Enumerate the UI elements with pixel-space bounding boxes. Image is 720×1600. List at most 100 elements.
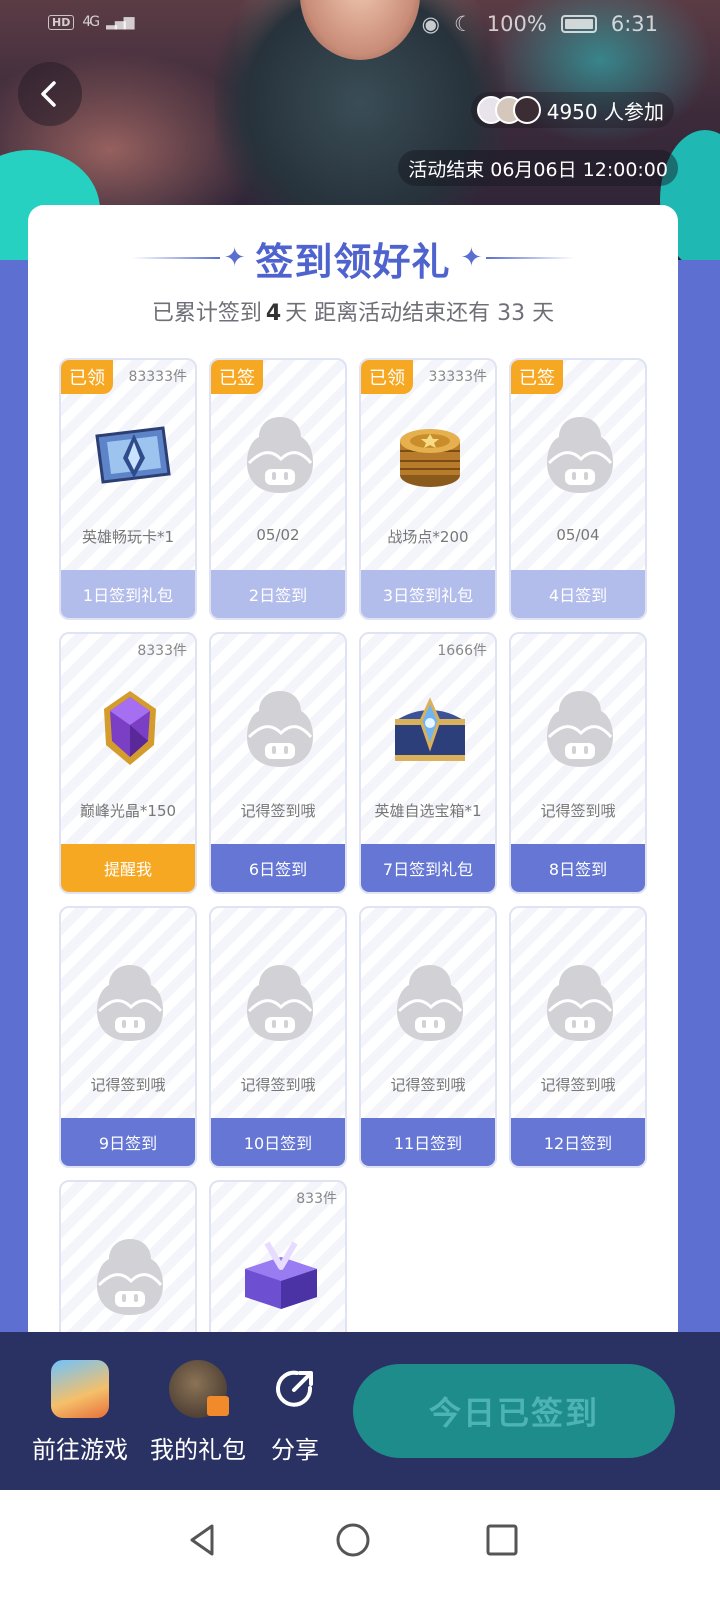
claimed-badge: 已签 bbox=[511, 360, 563, 394]
back-button[interactable] bbox=[18, 62, 82, 126]
treasure-chest-icon bbox=[385, 684, 475, 774]
participant-avatars bbox=[476, 96, 541, 124]
placeholder-mascot-icon bbox=[385, 958, 475, 1048]
placeholder-mascot-icon bbox=[535, 410, 625, 500]
reward-name: 巅峰光晶*150 bbox=[79, 802, 177, 820]
signal-label: 4G bbox=[82, 14, 100, 30]
my-gifts-button[interactable]: 我的礼包 bbox=[150, 1360, 246, 1465]
reward-name: 记得签到哦 bbox=[540, 802, 616, 820]
tile-footer-button[interactable]: 8日签到 bbox=[511, 844, 645, 892]
reward-tile[interactable]: 已领 83333件英雄畅玩卡*1 1日签到礼包 bbox=[59, 358, 197, 620]
clock: 6:31 bbox=[610, 12, 658, 36]
square-recents-icon bbox=[486, 1524, 518, 1556]
coin-stack-icon bbox=[385, 410, 475, 500]
reward-name: 战场点*200 bbox=[387, 528, 469, 546]
reward-tile[interactable]: 已领 33333件 战场点*200 3日签到礼包 bbox=[359, 358, 497, 620]
signed-today-button[interactable]: 今日已签到 bbox=[353, 1364, 675, 1458]
nav-back-button[interactable] bbox=[172, 1510, 232, 1570]
reward-name: 记得签到哦 bbox=[90, 1076, 166, 1094]
reward-tile[interactable]: 记得签到哦 9日签到 bbox=[59, 906, 197, 1168]
tile-footer-button[interactable]: 9日签到 bbox=[61, 1118, 195, 1166]
tile-footer-button[interactable]: 12日签到 bbox=[511, 1118, 645, 1166]
share-label: 分享 bbox=[271, 1436, 319, 1464]
stock-count: 1666件 bbox=[437, 643, 487, 659]
title-divider bbox=[131, 257, 220, 259]
page-title: 签到领好礼 bbox=[255, 239, 451, 284]
reward-tile[interactable]: 记得签到哦 12日签到 bbox=[509, 906, 647, 1168]
triangle-back-icon bbox=[190, 1524, 214, 1556]
go-to-game-label: 前往游戏 bbox=[32, 1436, 128, 1464]
stock-count: 833件 bbox=[296, 1191, 337, 1207]
purple-crystal-icon bbox=[85, 684, 175, 774]
placeholder-mascot-icon bbox=[85, 1232, 175, 1322]
battery-percent: 100% bbox=[486, 12, 547, 36]
tile-footer-button[interactable]: 4日签到 bbox=[511, 570, 645, 618]
tile-footer-button[interactable]: 2日签到 bbox=[211, 570, 345, 618]
circle-home-icon bbox=[336, 1523, 370, 1557]
tile-footer-button[interactable]: 3日签到礼包 bbox=[361, 570, 495, 618]
title-divider bbox=[486, 257, 575, 259]
tile-footer-button[interactable]: 6日签到 bbox=[211, 844, 345, 892]
reward-name: 英雄自选宝箱*1 bbox=[374, 802, 482, 820]
activity-end-time: 活动结束 06月06日 12:00:00 bbox=[398, 150, 678, 186]
stock-count: 8333件 bbox=[137, 643, 187, 659]
reward-tile[interactable]: 已签 05/04 4日签到 bbox=[509, 358, 647, 620]
gift-avatar-icon bbox=[169, 1360, 229, 1418]
game-app-icon bbox=[51, 1360, 109, 1418]
avatar bbox=[512, 96, 541, 124]
chevron-left-icon bbox=[41, 81, 56, 107]
claimed-badge: 已签 bbox=[211, 360, 263, 394]
purple-chest-icon bbox=[235, 1232, 325, 1322]
checkin-title-row: ✦ 签到领好礼 ✦ bbox=[28, 233, 678, 284]
tile-footer-button[interactable]: 10日签到 bbox=[211, 1118, 345, 1166]
nav-recents-button[interactable] bbox=[472, 1510, 532, 1570]
reward-name: 记得签到哦 bbox=[240, 1076, 316, 1094]
system-nav-bar bbox=[0, 1490, 720, 1600]
moon-icon: ☾ bbox=[453, 12, 473, 36]
hero-card-icon bbox=[85, 410, 175, 500]
sparkle-icon: ✦ bbox=[223, 243, 246, 273]
reward-tile[interactable]: 8333件巅峰光晶*150 提醒我 bbox=[59, 632, 197, 894]
status-bar: HD 4G ▂▄▆ ◉ ☾ 100% 6:31 bbox=[0, 0, 720, 48]
tile-footer-button[interactable]: 7日签到礼包 bbox=[361, 844, 495, 892]
reward-tile[interactable]: 记得签到哦 11日签到 bbox=[359, 906, 497, 1168]
placeholder-mascot-icon bbox=[85, 958, 175, 1048]
hd-indicator: HD bbox=[48, 14, 75, 30]
tile-footer-button[interactable]: 提醒我 bbox=[61, 844, 195, 892]
sparkle-icon: ✦ bbox=[460, 243, 483, 273]
participants-count: 4950 人参加 bbox=[546, 99, 664, 124]
reward-name: 英雄畅玩卡*1 bbox=[81, 528, 175, 546]
reward-name: 记得签到哦 bbox=[240, 802, 316, 820]
nav-home-button[interactable] bbox=[323, 1510, 383, 1570]
placeholder-mascot-icon bbox=[235, 410, 325, 500]
reward-tile[interactable]: 记得签到哦 8日签到 bbox=[509, 632, 647, 894]
reward-tile[interactable]: 记得签到哦 10日签到 bbox=[209, 906, 347, 1168]
participants-badge: 4950 人参加 bbox=[470, 92, 674, 128]
placeholder-mascot-icon bbox=[535, 684, 625, 774]
reward-tile[interactable]: 已签 05/02 2日签到 bbox=[209, 358, 347, 620]
stock-count: 83333件 bbox=[128, 369, 187, 385]
checkin-card: ✦ 签到领好礼 ✦ 已累计签到 4 天 距离活动结束还有 33 天 已领 83333件… bbox=[28, 205, 678, 1445]
reward-name: 05/02 bbox=[256, 526, 300, 544]
tile-footer-button[interactable]: 1日签到礼包 bbox=[61, 570, 195, 618]
tile-footer-button[interactable]: 11日签到 bbox=[361, 1118, 495, 1166]
progress-prefix: 已累计签到 bbox=[151, 301, 262, 326]
reward-name: 记得签到哦 bbox=[390, 1076, 466, 1094]
bottom-action-bar: 前往游戏 我的礼包 分享 今日已签到 bbox=[0, 1332, 720, 1490]
reward-name: 05/04 bbox=[556, 526, 600, 544]
signal-icon: ▂▄▆ bbox=[106, 14, 134, 30]
reward-name: 记得签到哦 bbox=[540, 1076, 616, 1094]
battery-icon bbox=[560, 15, 597, 33]
placeholder-mascot-icon bbox=[235, 958, 325, 1048]
claimed-badge: 已领 bbox=[361, 360, 413, 394]
eye-icon: ◉ bbox=[421, 12, 440, 36]
placeholder-mascot-icon bbox=[235, 684, 325, 774]
checkin-progress-text: 已累计签到 4 天 距离活动结束还有 33 天 bbox=[28, 295, 678, 327]
share-icon bbox=[266, 1360, 324, 1418]
placeholder-mascot-icon bbox=[535, 958, 625, 1048]
reward-tile[interactable]: 1666件英雄自选宝箱*1 7日签到礼包 bbox=[359, 632, 497, 894]
reward-tile[interactable]: 记得签到哦 6日签到 bbox=[209, 632, 347, 894]
claimed-badge: 已领 bbox=[61, 360, 113, 394]
share-button[interactable]: 分享 bbox=[266, 1360, 324, 1465]
go-to-game-button[interactable]: 前往游戏 bbox=[32, 1360, 128, 1465]
